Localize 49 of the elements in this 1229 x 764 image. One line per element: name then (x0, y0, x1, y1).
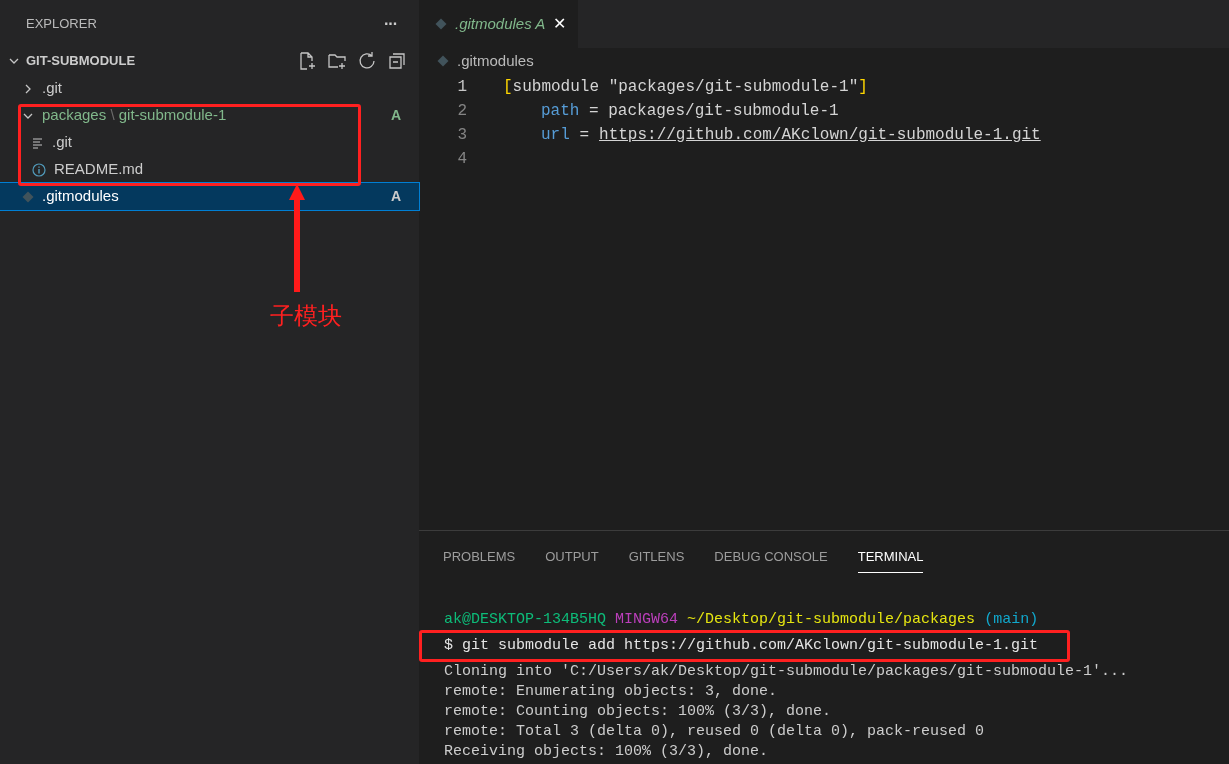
tree-item[interactable]: packages \ git-submodule-1 A (0, 102, 419, 129)
line-number: 2 (456, 101, 468, 122)
panel-tab[interactable]: OUTPUT (545, 538, 599, 574)
git-status-label: A (390, 187, 401, 206)
terminal-output: remote: Enumerating objects: 3, done. (444, 682, 779, 702)
code-text: [submodule "packages/git-submodule-1"] (503, 77, 868, 98)
panel-tab[interactable]: DEBUG CONSOLE (714, 538, 828, 574)
panel-tab[interactable]: GITLENS (628, 538, 685, 574)
file-name: packages \ git-submodule-1 (42, 105, 227, 126)
terminal-output: remote: Counting objects: 100% (3/3), done. (444, 702, 833, 722)
panel-tab[interactable]: PROBLEMS (443, 538, 516, 574)
terminal-output: Cloning into 'C:/Users/ak/Desktop/git-submodule/packages/git-submodule-1'... (444, 662, 1130, 682)
info-icon (32, 162, 46, 177)
terminal-prompt: ak@DESKTOP-134B5HQ MINGW64 ~/Desktop/git-submodule/packages (main) (444, 610, 1040, 630)
file-name: README.md (54, 159, 144, 180)
refresh-icon[interactable] (357, 51, 377, 71)
code-text: url = (541, 125, 590, 146)
section-header[interactable]: GIT-SUBMODULE (0, 48, 419, 74)
editor-tab[interactable]: .gitmodules A ✕ (419, 0, 579, 48)
section-title: GIT-SUBMODULE (26, 52, 136, 71)
panel-tab[interactable]: TERMINAL (857, 538, 924, 574)
sidebar-title: EXPLORER (26, 15, 97, 34)
line-number: 4 (456, 149, 468, 170)
diamond-icon (22, 190, 34, 203)
tab-label: .gitmodules A (455, 13, 546, 34)
breadcrumb[interactable]: .gitmodules (457, 49, 534, 73)
terminal-command: $ git submodule add https://github.com/AKclown/git-submodule-1.git (444, 636, 1039, 656)
line-number: 1 (456, 77, 468, 98)
more-actions-button[interactable]: ··· (384, 12, 397, 36)
line-number: 3 (456, 125, 468, 146)
diamond-icon (437, 55, 449, 67)
tree-item[interactable]: README.md (0, 156, 419, 183)
code-text: path = packages/git-submodule-1 (540, 101, 839, 122)
terminal-output: remote: Total 3 (delta 0), reused 0 (delta 0), pack-reused 0 (444, 722, 986, 742)
tree-item[interactable]: .git (0, 129, 419, 156)
code-link[interactable]: https://github.com/AKclown/git-submodule-1.git (599, 123, 1041, 147)
new-folder-icon[interactable] (327, 51, 347, 71)
file-name: .git (42, 78, 62, 99)
collapse-all-icon[interactable] (387, 51, 407, 71)
terminal-output: Receiving objects: 100% (3/3), done. (444, 742, 770, 762)
file-name: .gitmodules (42, 186, 119, 207)
diamond-icon (435, 18, 447, 30)
new-file-icon[interactable] (297, 51, 317, 71)
file-name: .git (52, 132, 72, 153)
lines-icon (32, 136, 44, 149)
close-button[interactable]: ✕ (553, 12, 567, 36)
annotation-label: 子模块 (270, 301, 342, 332)
tree-item[interactable]: .git (0, 75, 419, 102)
git-status-label: A (390, 106, 401, 125)
